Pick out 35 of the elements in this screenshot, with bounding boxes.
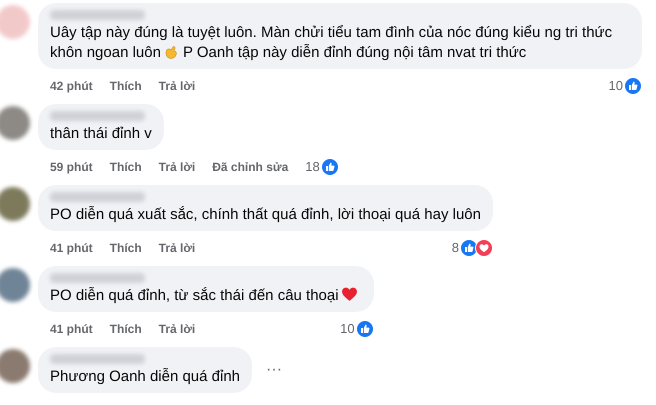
avatar[interactable] bbox=[0, 268, 30, 302]
comment-time[interactable]: 41 phút bbox=[50, 321, 93, 337]
like-reaction-icon bbox=[624, 77, 642, 95]
hand-emoji-icon bbox=[162, 44, 179, 60]
comment-time[interactable]: 59 phút bbox=[50, 159, 93, 175]
reply-link[interactable]: Trả lời bbox=[158, 79, 196, 93]
reply-link[interactable]: Trả lời bbox=[158, 241, 196, 255]
reaction-count[interactable]: 18 bbox=[305, 159, 320, 175]
comment-text: Phương Oanh diễn quá đỉnh bbox=[50, 367, 240, 387]
reaction-count[interactable]: 10 bbox=[340, 321, 355, 337]
comment-text: PO diễn quá đỉnh, từ sắc thái đến câu thoại bbox=[50, 286, 339, 306]
reply-link[interactable]: Trả lời bbox=[158, 322, 196, 336]
avatar[interactable] bbox=[0, 349, 30, 383]
like-reaction-icon bbox=[320, 158, 339, 176]
avatar[interactable] bbox=[0, 187, 30, 221]
comment-text: PO diễn quá xuất sắc, chính thất quá đỉnh, lời thoại quá hay luôn bbox=[50, 205, 481, 225]
like-reaction-icon bbox=[356, 320, 374, 338]
reaction-count[interactable]: 8 bbox=[452, 240, 459, 256]
heart-emoji-icon bbox=[340, 286, 358, 303]
like-link[interactable]: Thích bbox=[110, 160, 142, 174]
more-options-button[interactable]: ··· bbox=[266, 361, 282, 379]
reply-link[interactable]: Trả lời bbox=[158, 160, 196, 174]
comment-text: P Oanh tập này diễn đỉnh đúng nội tâm nvat tri thức bbox=[182, 43, 526, 63]
like-link[interactable]: Thích bbox=[110, 241, 142, 255]
reaction-count[interactable]: 10 bbox=[608, 78, 623, 94]
comment-text: thân thái đỉnh v bbox=[50, 124, 152, 144]
like-link[interactable]: Thích bbox=[110, 322, 142, 336]
avatar[interactable] bbox=[0, 106, 30, 140]
comment-text: Uây tập này đúng là tuyệt luôn. Màn chửi tiểu tam đình của nóc đúng kiểu ng tri thức bbox=[50, 23, 612, 43]
comment-text: khôn ngoan luôn bbox=[50, 43, 161, 63]
edited-label: Đã chỉnh sửa bbox=[212, 159, 288, 175]
love-reaction-icon bbox=[474, 239, 493, 257]
comment-time[interactable]: 41 phút bbox=[50, 240, 93, 256]
like-link[interactable]: Thích bbox=[110, 79, 142, 93]
comment-time[interactable]: 42 phút bbox=[50, 78, 93, 94]
